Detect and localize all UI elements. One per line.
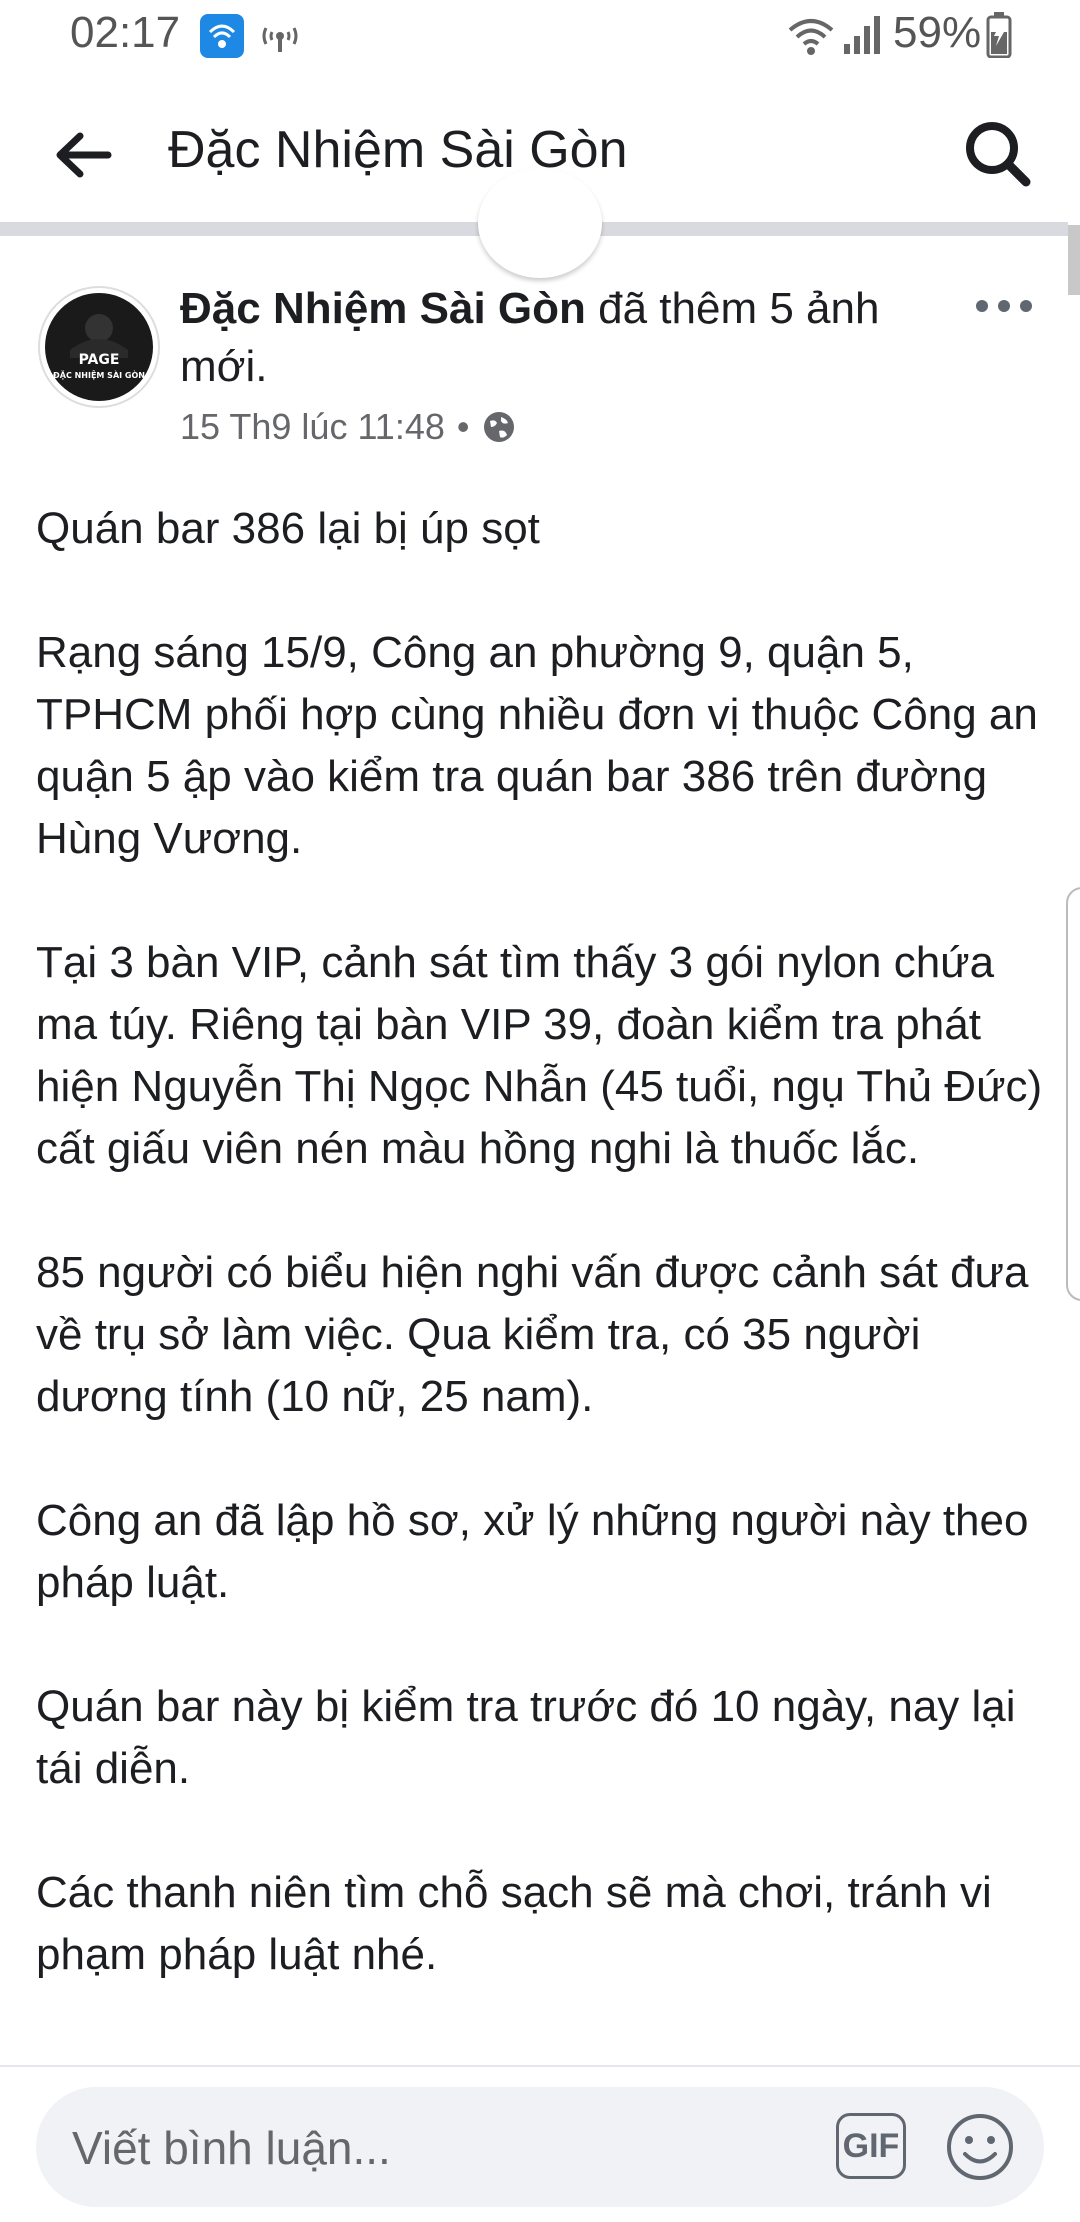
globe-icon <box>484 412 515 442</box>
battery-icon <box>986 12 1012 58</box>
logo-text-name: ĐẶC NHIỆM SÀI GÒN <box>53 369 145 380</box>
comment-composer-bar: Viết bình luận... GIF <box>0 2065 1080 2222</box>
search-icon[interactable] <box>958 114 1038 194</box>
back-arrow-icon[interactable] <box>48 120 118 190</box>
post-author[interactable]: Đặc Nhiệm Sài Gòn <box>180 284 586 333</box>
gif-button[interactable]: GIF <box>836 2113 906 2179</box>
post-body: Quán bar 386 lại bị úp sọt Rạng sáng 15/… <box>36 498 1056 2048</box>
signal-icon <box>844 16 880 54</box>
pull-to-refresh-indicator <box>478 168 602 278</box>
comment-placeholder: Viết bình luận... <box>72 2122 391 2174</box>
post-header: Đặc Nhiệm Sài Gòn đã thêm 5 ảnh mới. <box>180 280 960 396</box>
emoji-icon[interactable] <box>944 2111 1016 2183</box>
more-options-icon[interactable] <box>970 290 1040 330</box>
comment-input[interactable]: Viết bình luận... GIF <box>36 2087 1044 2207</box>
post-meta: 15 Th9 lúc 11:48 • <box>180 406 517 448</box>
post-paragraph: Quán bar này bị kiểm tra trước đó 10 ngà… <box>36 1682 1016 1793</box>
hotspot-icon <box>262 27 298 52</box>
notification-app-icon <box>200 14 244 58</box>
scrollbar-thumb[interactable] <box>1068 225 1080 295</box>
meta-separator: • <box>456 406 470 447</box>
wifi-icon <box>788 19 834 55</box>
post-paragraph: Công an đã lập hồ sơ, xử lý những người … <box>36 1496 1029 1607</box>
edge-panel-handle[interactable] <box>1066 887 1080 1301</box>
post-paragraph: Quán bar 386 lại bị úp sọt <box>36 504 540 553</box>
page-logo-icon: PAGE ĐẶC NHIỆM SÀI GÒN <box>45 293 153 401</box>
status-bar: 02:17 59% <box>0 0 1080 72</box>
post-paragraph: Tại 3 bàn VIP, cảnh sát tìm thấy 3 gói n… <box>36 938 1043 1173</box>
post-paragraph: Rạng sáng 15/9, Công an phường 9, quận 5… <box>36 628 1038 863</box>
post-paragraph: Các thanh niên tìm chỗ sạch sẽ mà chơi, … <box>36 1868 992 1979</box>
post-paragraph: 85 người có biểu hiện nghi vấn được cảnh… <box>36 1248 1029 1421</box>
logo-text-page: PAGE <box>79 352 120 368</box>
post-timestamp[interactable]: 15 Th9 lúc 11:48 <box>180 406 445 448</box>
status-time: 02:17 <box>70 8 181 57</box>
avatar[interactable]: PAGE ĐẶC NHIỆM SÀI GÒN <box>38 286 160 408</box>
battery-percentage: 59% <box>893 8 982 57</box>
